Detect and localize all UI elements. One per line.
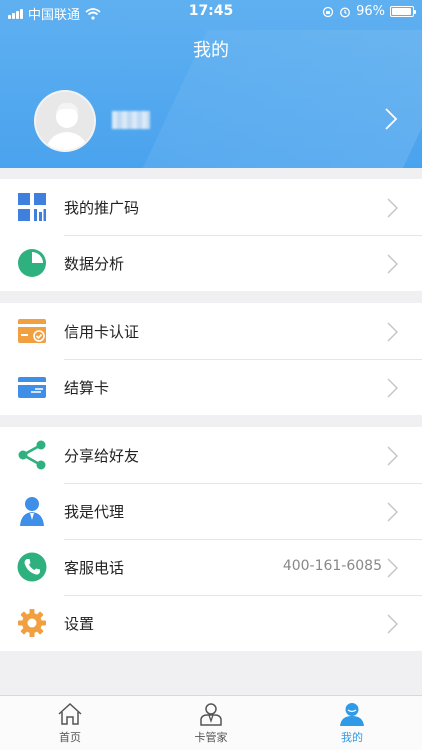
username: ■■ [112, 111, 150, 129]
menu-group-cards: 信用卡认证 结算卡 [0, 303, 422, 415]
chevron-right-icon [387, 502, 398, 522]
phone-icon [17, 552, 47, 582]
chevron-right-icon [387, 198, 398, 218]
menu-item-promo-code[interactable]: 我的推广码 [0, 179, 422, 235]
menu-item-label: 信用卡认证 [64, 323, 140, 341]
menu-item-label: 分享给好友 [64, 447, 140, 465]
profile-header: 中国联通 17:45 96% 我的 [0, 0, 422, 168]
chevron-right-icon [387, 322, 398, 342]
menu-item-label: 客服电话 [64, 559, 125, 577]
menu-item-share[interactable]: 分享给好友 [0, 427, 422, 483]
menu-group-other: 分享给好友 我是代理 客服电话 400-161-6085 设置 [0, 427, 422, 651]
rotation-lock-icon [322, 6, 334, 17]
menu-item-label: 我的推广码 [64, 199, 140, 217]
tab-mine[interactable]: 我的 [282, 696, 422, 750]
chevron-right-icon [387, 378, 398, 398]
pie-chart-icon [18, 249, 46, 277]
battery-percent: 96% [356, 4, 385, 19]
menu-item-agent[interactable]: 我是代理 [0, 483, 422, 539]
tab-card-manager[interactable]: 卡管家 [141, 696, 281, 750]
menu-item-label: 结算卡 [64, 379, 110, 397]
menu-item-settings[interactable]: 设置 [0, 595, 422, 651]
chevron-right-icon [387, 558, 398, 578]
status-bar: 中国联通 17:45 96% [0, 0, 422, 24]
bank-card-icon [18, 377, 46, 398]
menu-item-credit-card-verify[interactable]: 信用卡认证 [0, 303, 422, 359]
menu-group-promotion: 我的推广码 数据分析 [0, 179, 422, 291]
tab-home[interactable]: 首页 [0, 696, 140, 750]
chevron-right-icon[interactable] [384, 107, 398, 131]
share-icon [18, 440, 46, 470]
menu-item-data-analysis[interactable]: 数据分析 [0, 235, 422, 291]
tab-label: 我的 [341, 731, 363, 744]
gear-icon [18, 609, 46, 637]
page-title: 我的 [193, 40, 229, 61]
chevron-right-icon [387, 614, 398, 634]
profile-icon [340, 703, 364, 726]
bottom-tab-bar: 首页 卡管家 我的 [0, 695, 422, 750]
menu-item-settlement-card[interactable]: 结算卡 [0, 359, 422, 415]
alarm-icon [340, 7, 351, 17]
agent-person-icon [20, 497, 44, 526]
tab-label: 卡管家 [194, 731, 228, 744]
menu-item-customer-service[interactable]: 客服电话 400-161-6085 [0, 539, 422, 595]
chevron-right-icon [387, 446, 398, 466]
battery-icon [390, 6, 416, 17]
avatar[interactable] [34, 90, 96, 152]
menu-item-label: 设置 [64, 615, 95, 633]
qr-code-icon [18, 193, 46, 221]
tab-label: 首页 [59, 731, 81, 744]
chevron-right-icon [387, 254, 398, 274]
menu-item-label: 我是代理 [64, 503, 125, 521]
home-icon [58, 702, 82, 725]
menu-item-label: 数据分析 [64, 255, 125, 273]
card-manager-icon [200, 703, 222, 726]
service-phone-number: 400-161-6085 [282, 558, 382, 574]
credit-card-verify-icon [18, 319, 46, 343]
